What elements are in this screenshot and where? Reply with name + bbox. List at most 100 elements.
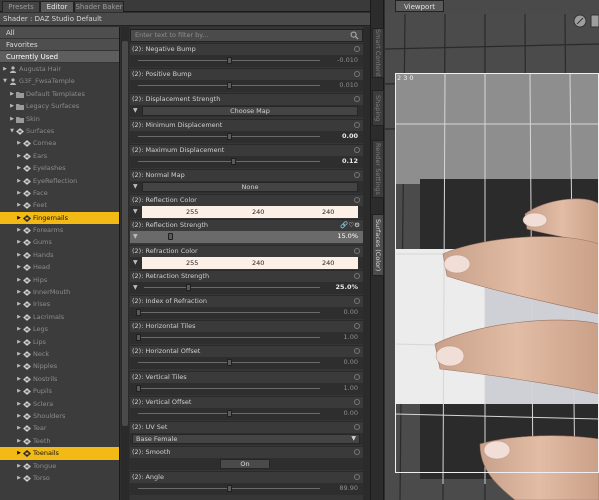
- tree-item-cornea[interactable]: ▶ Cornea: [0, 137, 119, 149]
- property-vertical-tiles[interactable]: (2): Vertical Tiles 1.00: [130, 370, 363, 395]
- color-swatch[interactable]: 255 240 240: [142, 256, 358, 269]
- property-control[interactable]: 0.00: [130, 407, 363, 420]
- property-uv-set[interactable]: (2): UV Set Base Female ▼: [130, 421, 363, 445]
- property-value[interactable]: 89.90: [339, 484, 358, 492]
- expand-right-icon[interactable]: ▶: [16, 435, 22, 447]
- slider-track[interactable]: [138, 337, 320, 339]
- tree-item-hands[interactable]: ▶ Hands: [0, 249, 119, 261]
- expand-right-icon[interactable]: ▶: [9, 113, 15, 125]
- property-control[interactable]: 1.00: [130, 332, 363, 345]
- expand-right-icon[interactable]: ▶: [16, 410, 22, 422]
- property-options-icon[interactable]: [354, 46, 360, 52]
- tree-scrollbar-thumb[interactable]: [122, 41, 128, 426]
- property-control[interactable]: -0.010: [130, 55, 363, 67]
- tree-item-g3f-fwsatemple[interactable]: ▼ G3F_FwsaTemple: [0, 75, 119, 87]
- tree-item-nostrils[interactable]: ▶ Nostrils: [0, 373, 119, 385]
- slider-handle[interactable]: [227, 82, 232, 90]
- tree-item-hips[interactable]: ▶ Hips: [0, 274, 119, 286]
- property-options-icon[interactable]: [354, 272, 360, 279]
- expand-right-icon[interactable]: ▶: [16, 398, 22, 410]
- expand-right-icon[interactable]: ▶: [2, 63, 8, 75]
- tree-item-eyelashes[interactable]: ▶ Eyelashes: [0, 162, 119, 174]
- tree-item-head[interactable]: ▶ Head: [0, 261, 119, 273]
- tree-item-surfaces[interactable]: ▼ Surfaces: [0, 125, 119, 137]
- slider-handle[interactable]: [227, 409, 232, 417]
- expand-right-icon[interactable]: ▶: [16, 212, 22, 224]
- expand-right-icon[interactable]: ▶: [16, 274, 22, 286]
- property-control[interactable]: Base Female ▼: [130, 433, 363, 445]
- property-control[interactable]: 0.00: [130, 307, 363, 319]
- tree-item-forearms[interactable]: ▶ Forearms: [0, 224, 119, 236]
- red-value[interactable]: 255: [186, 206, 198, 218]
- slider-handle[interactable]: [230, 157, 236, 165]
- expand-right-icon[interactable]: ▶: [16, 224, 22, 236]
- tree-item-gums[interactable]: ▶ Gums: [0, 236, 119, 248]
- expand-right-icon[interactable]: ▶: [16, 447, 22, 459]
- property-control[interactable]: On: [130, 458, 363, 471]
- camera-pan-icon[interactable]: [590, 14, 599, 28]
- property-refraction-color[interactable]: (2): Refraction Color ▼ 255 240 240: [130, 244, 363, 269]
- tab-shaping[interactable]: Shaping: [372, 90, 384, 126]
- filter-all[interactable]: All: [0, 27, 119, 39]
- color-swatch[interactable]: 255 240 240: [142, 206, 358, 219]
- map-menu-icon[interactable]: ▼: [133, 208, 138, 215]
- expand-right-icon[interactable]: ▶: [16, 261, 22, 273]
- tree-item-default-templates[interactable]: ▶ Default Templates: [0, 88, 119, 100]
- expand-right-icon[interactable]: ▶: [16, 187, 22, 199]
- property-value[interactable]: -0.010: [337, 56, 358, 64]
- viewport-tab[interactable]: Viewport: [395, 0, 444, 12]
- property-options-icon[interactable]: [354, 474, 360, 481]
- expand-right-icon[interactable]: ▶: [16, 162, 22, 174]
- property-control[interactable]: ▼ 255 240 240: [130, 206, 363, 219]
- property-reflection-color[interactable]: (2): Reflection Color ▼ 255 240 240: [130, 194, 363, 219]
- tree-item-lacrimals[interactable]: ▶ Lacrimals: [0, 311, 119, 323]
- property-maximum-displacement[interactable]: (2): Maximum Displacement 0.12: [130, 143, 363, 168]
- expand-right-icon[interactable]: ▶: [16, 137, 22, 149]
- tree-item-fingernails[interactable]: ▶ Fingernails: [0, 211, 119, 225]
- property-horizontal-offset[interactable]: (2): Horizontal Offset 0.00: [130, 345, 363, 370]
- expand-right-icon[interactable]: ▶: [16, 323, 22, 335]
- property-value[interactable]: 0.12: [342, 157, 358, 165]
- tab-shader-baker[interactable]: Shader Baker: [74, 1, 124, 12]
- tree-item-torso[interactable]: ▶ Torso: [0, 472, 119, 484]
- expand-right-icon[interactable]: ▶: [16, 422, 22, 434]
- property-options-icon[interactable]: [354, 348, 360, 355]
- property-control[interactable]: ▼ 15.0%: [130, 231, 363, 244]
- tree-item-pupils[interactable]: ▶ Pupils: [0, 385, 119, 397]
- blue-value[interactable]: 240: [322, 206, 334, 218]
- property-options-icon[interactable]: [354, 71, 360, 78]
- tree-item-feet[interactable]: ▶ Feet: [0, 199, 119, 211]
- tree-scrollbar[interactable]: [121, 27, 129, 500]
- green-value[interactable]: 240: [252, 257, 264, 269]
- tree-item-lips[interactable]: ▶ Lips: [0, 336, 119, 348]
- tab-render-settings[interactable]: Render Settings: [372, 140, 384, 198]
- map-button[interactable]: None: [142, 182, 358, 192]
- property-options-icon[interactable]: [354, 96, 360, 103]
- expand-right-icon[interactable]: ▶: [16, 472, 22, 484]
- property-options-icon[interactable]: [354, 121, 360, 128]
- tab-smart-content[interactable]: Smart Content: [372, 28, 384, 78]
- property-options-icon[interactable]: [354, 247, 360, 254]
- expand-right-icon[interactable]: ▶: [9, 88, 15, 100]
- property-options-icon[interactable]: [354, 298, 360, 304]
- property-options-icon[interactable]: [354, 323, 360, 330]
- expand-right-icon[interactable]: ▶: [16, 298, 22, 310]
- property-control[interactable]: ▼ 255 240 240: [130, 256, 363, 269]
- property-control[interactable]: 0.010: [130, 80, 363, 93]
- property-positive-bump[interactable]: (2): Positive Bump 0.010: [130, 68, 363, 93]
- property-filter-input[interactable]: Enter text to filter by...: [130, 29, 363, 42]
- expand-right-icon[interactable]: ▶: [16, 385, 22, 397]
- tree-item-tear[interactable]: ▶ Tear: [0, 422, 119, 434]
- expand-right-icon[interactable]: ▶: [16, 175, 22, 187]
- property-options-icon[interactable]: [354, 449, 360, 456]
- tree-item-neck[interactable]: ▶ Neck: [0, 348, 119, 360]
- property-control[interactable]: 89.90: [130, 483, 363, 496]
- tree-item-tongue[interactable]: ▶ Tongue: [0, 460, 119, 472]
- search-icon[interactable]: [350, 31, 359, 40]
- slider-track[interactable]: [138, 160, 320, 162]
- map-menu-icon[interactable]: ▼: [133, 259, 138, 266]
- slider-handle[interactable]: [186, 283, 191, 291]
- property-value[interactable]: 0.00: [344, 409, 358, 417]
- property-angle[interactable]: (2): Angle 89.90: [130, 471, 363, 496]
- slider-track[interactable]: [138, 312, 320, 313]
